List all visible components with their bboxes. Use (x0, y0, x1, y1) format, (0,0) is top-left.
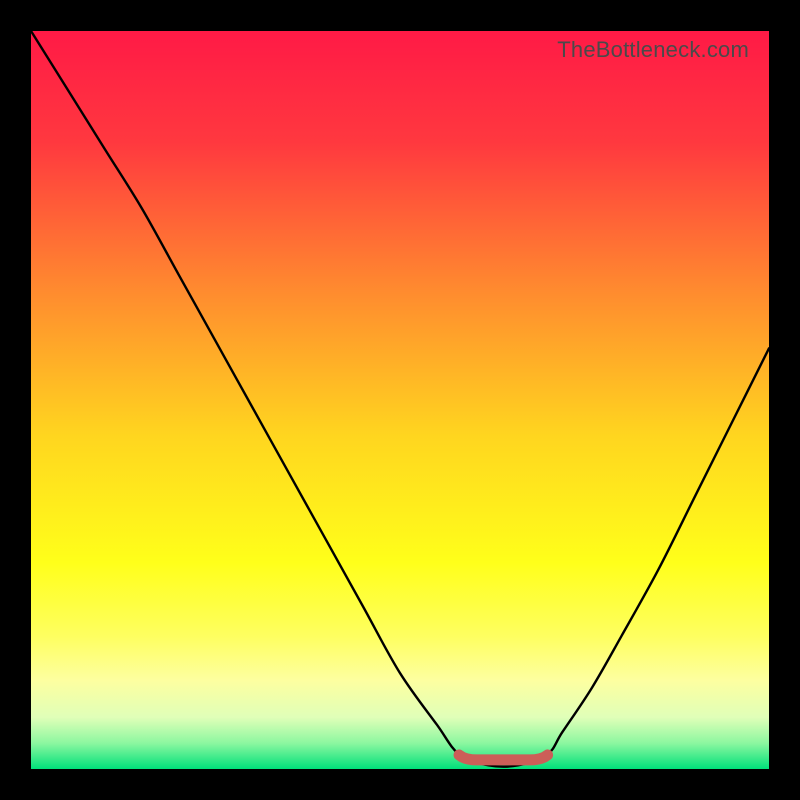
watermark-text: TheBottleneck.com (557, 37, 749, 63)
bottleneck-curve (31, 31, 769, 767)
chart-frame: TheBottleneck.com (0, 0, 800, 800)
optimal-band (459, 755, 548, 760)
plot-area: TheBottleneck.com (31, 31, 769, 769)
curve-layer (31, 31, 769, 769)
